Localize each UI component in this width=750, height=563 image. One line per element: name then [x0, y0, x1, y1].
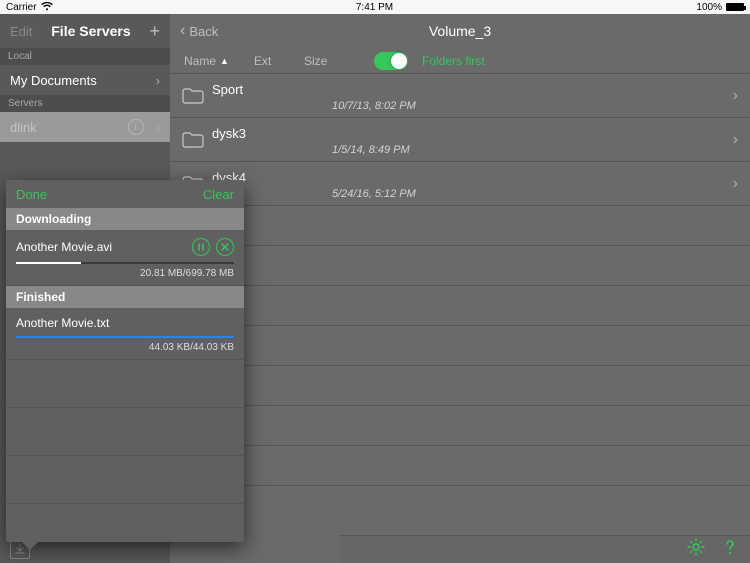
sort-asc-icon: ▲	[220, 56, 229, 66]
section-downloading: Downloading	[6, 208, 244, 230]
empty-row	[170, 326, 750, 366]
info-icon[interactable]: i	[128, 119, 144, 135]
sidebar-item-label: dlink	[10, 120, 37, 135]
add-server-button[interactable]: +	[149, 21, 160, 42]
sidebar-section-servers: Servers	[0, 95, 170, 112]
help-button[interactable]	[720, 537, 740, 562]
popup-pointer-icon	[22, 542, 38, 550]
empty-row	[170, 446, 750, 486]
chevron-right-icon: ›	[156, 73, 160, 88]
empty-row	[170, 206, 750, 246]
sidebar-item-my-documents[interactable]: My Documents ›	[0, 65, 170, 95]
sidebar-item-label: My Documents	[10, 73, 97, 88]
file-name: dysk3	[212, 127, 733, 140]
done-button[interactable]: Done	[16, 187, 47, 202]
section-finished: Finished	[6, 286, 244, 308]
battery-icon	[726, 3, 744, 11]
file-date: 1/5/14, 8:49 PM	[332, 144, 733, 156]
file-row[interactable]: dysk4 5/24/16, 5:12 PM ›	[170, 162, 750, 206]
empty-row	[170, 286, 750, 326]
empty-row	[170, 406, 750, 446]
file-list[interactable]: Sport 10/7/13, 8:02 PM › dysk3 1/5/14, 8…	[170, 74, 750, 563]
cancel-download-button[interactable]	[216, 238, 234, 256]
download-progress	[16, 336, 234, 338]
empty-row	[170, 246, 750, 286]
pause-download-button[interactable]	[192, 238, 210, 256]
sort-by-size[interactable]: Size	[304, 54, 360, 68]
file-row[interactable]: Sport 10/7/13, 8:02 PM ›	[170, 74, 750, 118]
sidebar-item-dlink[interactable]: dlink i ›	[0, 112, 170, 142]
download-size: 20.81 MB/699.78 MB	[16, 268, 234, 279]
empty-row	[6, 360, 244, 408]
carrier-label: Carrier	[6, 2, 37, 13]
folder-icon	[180, 132, 206, 148]
downloads-popup: Done Clear Downloading Another Movie.avi…	[6, 180, 244, 542]
file-date: 5/24/16, 5:12 PM	[332, 188, 733, 200]
chevron-right-icon: ›	[733, 87, 738, 105]
settings-button[interactable]	[686, 537, 706, 562]
download-name: Another Movie.txt	[16, 316, 109, 330]
sidebar-title: File Servers	[51, 23, 130, 39]
battery-pct: 100%	[696, 2, 722, 13]
empty-row	[6, 408, 244, 456]
chevron-right-icon: ›	[733, 131, 738, 149]
file-name: Sport	[212, 83, 733, 96]
file-row[interactable]: dysk3 1/5/14, 8:49 PM ›	[170, 118, 750, 162]
sort-by-ext[interactable]: Ext	[254, 54, 290, 68]
clear-button[interactable]: Clear	[203, 187, 234, 202]
empty-row	[6, 456, 244, 504]
file-date: 10/7/13, 8:02 PM	[332, 100, 733, 112]
chevron-right-icon: ›	[733, 175, 738, 193]
column-header: Name ▲ Ext Size Folders first	[170, 48, 750, 74]
file-name: dysk4	[212, 171, 733, 184]
download-progress	[16, 262, 234, 264]
edit-button[interactable]: Edit	[10, 24, 32, 39]
pane-title: Volume_3	[170, 23, 750, 39]
status-bar: Carrier 7:41 PM 100%	[0, 0, 750, 14]
pane-header: ‹ Back Volume_3	[170, 14, 750, 48]
clock-label: 7:41 PM	[356, 2, 393, 13]
empty-row	[170, 366, 750, 406]
chevron-left-icon: ‹	[180, 22, 185, 40]
sort-by-name[interactable]: Name ▲	[184, 54, 240, 68]
finished-item[interactable]: Another Movie.txt 44.03 KB/44.03 KB	[6, 308, 244, 360]
folders-first-toggle[interactable]	[374, 52, 408, 70]
wifi-icon	[41, 2, 53, 13]
download-size: 44.03 KB/44.03 KB	[16, 342, 234, 353]
folders-first-label: Folders first	[422, 54, 485, 68]
chevron-right-icon: ›	[156, 120, 160, 135]
sidebar-section-local: Local	[0, 48, 170, 65]
bottom-toolbar	[340, 535, 750, 563]
col-name-label: Name	[184, 54, 216, 68]
back-label: Back	[189, 24, 218, 39]
download-name: Another Movie.avi	[16, 240, 112, 254]
main-pane: ‹ Back Volume_3 Name ▲ Ext Size Folders …	[170, 14, 750, 563]
sidebar-header: Edit File Servers +	[0, 14, 170, 48]
back-button[interactable]: ‹ Back	[180, 22, 218, 40]
download-item[interactable]: Another Movie.avi 20.81 MB/699.78 MB	[6, 230, 244, 286]
folder-icon	[180, 88, 206, 104]
